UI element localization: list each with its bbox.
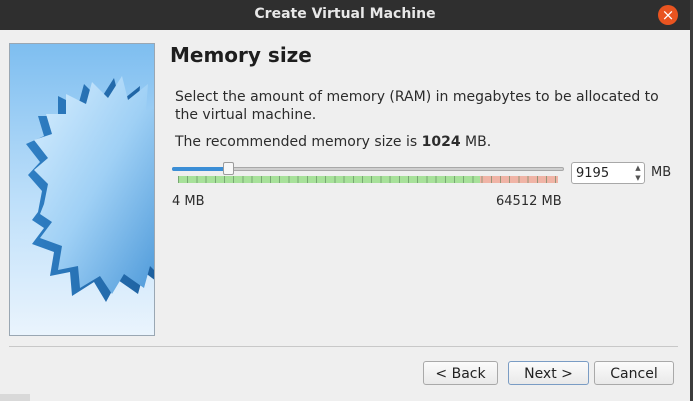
close-icon: × — [661, 6, 675, 24]
recommended-prefix: The recommended memory size is — [175, 134, 422, 150]
page-heading: Memory size — [170, 43, 312, 67]
spin-down-icon[interactable]: ▼ — [632, 173, 644, 183]
title-bar: Create Virtual Machine × — [0, 0, 690, 30]
wizard-banner-image — [9, 43, 155, 336]
slider-fill — [172, 167, 228, 171]
close-button[interactable]: × — [658, 5, 678, 25]
window-title: Create Virtual Machine — [254, 6, 436, 22]
recommended-suffix: MB. — [460, 134, 492, 150]
dialog-window: Create Virtual Machine × Memory size Sel… — [0, 0, 690, 401]
recommended-memory-text: The recommended memory size is 1024 MB. — [175, 134, 491, 150]
back-button[interactable]: < Back — [423, 361, 498, 385]
background-shade — [0, 394, 30, 401]
slider-handle[interactable] — [223, 162, 234, 175]
slider-ticks — [178, 176, 558, 183]
memory-spinbox[interactable]: ▲ ▼ — [571, 162, 645, 184]
memory-input[interactable] — [574, 164, 634, 182]
next-button[interactable]: Next > — [508, 361, 589, 385]
min-memory-label: 4 MB — [172, 194, 205, 209]
page-description: Select the amount of memory (RAM) in meg… — [175, 89, 659, 123]
spin-up-icon[interactable]: ▲ — [632, 163, 644, 173]
footer-divider — [9, 346, 678, 347]
recommended-value: 1024 — [421, 134, 461, 150]
starburst-graphic — [26, 76, 154, 302]
max-memory-label: 64512 MB — [496, 194, 562, 209]
memory-unit-label: MB — [651, 165, 672, 180]
cancel-button[interactable]: Cancel — [594, 361, 674, 385]
